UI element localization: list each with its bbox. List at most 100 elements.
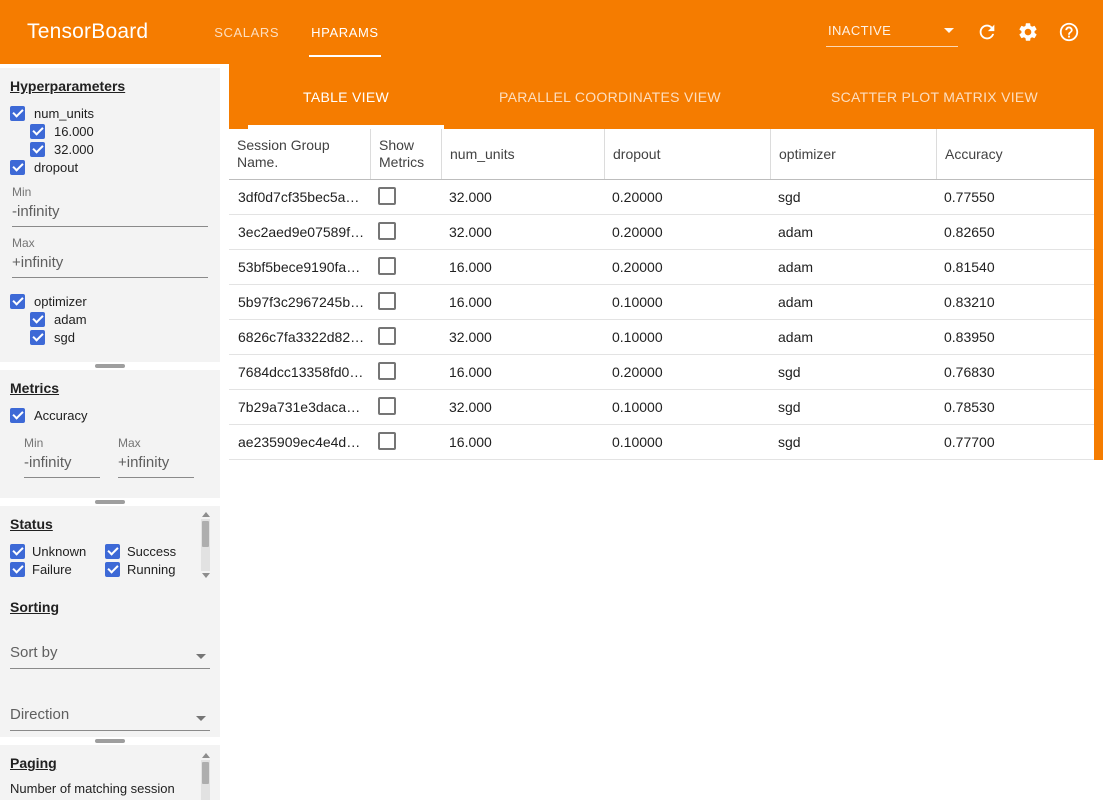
hparams-main: TABLE VIEW PARALLEL COORDINATES VIEW SCA… — [229, 64, 1103, 800]
panel-resize-handle[interactable] — [95, 739, 125, 743]
show-metrics-checkbox[interactable] — [378, 397, 396, 415]
tab-table-view[interactable]: TABLE VIEW — [248, 64, 444, 129]
tab-scatter-plot-matrix-view[interactable]: SCATTER PLOT MATRIX VIEW — [776, 64, 1093, 129]
session-group-row: 6826c7fa3322d82… 32.000 0.10000 adam 0.8… — [229, 320, 1103, 355]
dropout-min-label: Min — [12, 185, 210, 199]
col-header-dropout: dropout — [604, 129, 770, 179]
dropout-checkbox[interactable] — [10, 160, 25, 175]
show-metrics-checkbox[interactable] — [378, 362, 396, 380]
paging-heading: Paging — [10, 755, 210, 771]
scroll-up-arrow-icon[interactable] — [202, 753, 210, 758]
num-units-16-checkbox[interactable] — [30, 124, 45, 139]
num-units-32-checkbox[interactable] — [30, 142, 45, 157]
help-button[interactable] — [1057, 20, 1081, 44]
col-header-optimizer: optimizer — [770, 129, 936, 179]
panel-divider — [0, 362, 220, 370]
reload-interval-value: INACTIVE — [828, 23, 891, 38]
refresh-button[interactable] — [975, 20, 999, 44]
dropout-label: dropout — [34, 160, 78, 175]
dropout-max-field: Max +infinity — [10, 236, 210, 278]
scrollbar-track[interactable] — [201, 760, 210, 800]
accuracy-label: Accuracy — [34, 408, 87, 423]
paging-scrollbar[interactable] — [201, 753, 210, 800]
show-metrics-checkbox[interactable] — [378, 257, 396, 275]
optimizer-value-row: sgd — [30, 328, 210, 346]
nav-tab-scalars[interactable]: SCALARS — [198, 0, 295, 64]
metric-min-label: Min — [24, 436, 98, 450]
cell-optimizer: adam — [770, 294, 936, 310]
main-nav: SCALARS HPARAMS — [198, 0, 394, 64]
settings-button[interactable] — [1016, 20, 1040, 44]
cell-num-units: 32.000 — [441, 399, 604, 415]
status-scrollbar[interactable] — [201, 512, 210, 578]
show-metrics-checkbox[interactable] — [378, 327, 396, 345]
scroll-down-arrow-icon[interactable] — [202, 573, 210, 578]
show-metrics-checkbox[interactable] — [378, 292, 396, 310]
status-running-checkbox[interactable] — [105, 562, 120, 577]
dropout-min-field: Min -infinity — [10, 185, 210, 227]
scrollbar-thumb[interactable] — [202, 762, 209, 784]
cell-dropout: 0.10000 — [604, 399, 770, 415]
session-group-row: 7684dcc13358fd0… 16.000 0.20000 sgd 0.76… — [229, 355, 1103, 390]
direction-select[interactable]: Direction — [10, 701, 210, 731]
session-group-name: ae235909ec4e4d… — [229, 434, 370, 450]
panel-resize-handle[interactable] — [95, 500, 125, 504]
num-units-value-row: 16.000 — [30, 122, 210, 140]
reload-interval-select[interactable]: INACTIVE — [826, 17, 958, 47]
metric-min-field: Min -infinity — [22, 436, 98, 478]
session-group-name: 3ec2aed9e07589f… — [229, 224, 370, 240]
status-success-checkbox[interactable] — [105, 544, 120, 559]
scrollbar-track[interactable] — [201, 519, 210, 571]
cell-optimizer: sgd — [770, 189, 936, 205]
metric-max-field: Max +infinity — [116, 436, 192, 478]
table-vertical-scrollbar[interactable] — [1094, 129, 1103, 460]
session-group-row: ae235909ec4e4d… 16.000 0.10000 sgd 0.777… — [229, 425, 1103, 460]
col-header-show-metrics: Show Metrics — [370, 129, 441, 179]
nav-tab-hparams[interactable]: HPARAMS — [295, 0, 395, 64]
status-option-row: Failure — [10, 560, 105, 578]
hyperparameters-heading: Hyperparameters — [10, 78, 210, 94]
panel-resize-handle[interactable] — [95, 364, 125, 368]
num-units-16-label: 16.000 — [54, 124, 94, 139]
accuracy-checkbox[interactable] — [10, 408, 25, 423]
cell-optimizer: adam — [770, 329, 936, 345]
tab-parallel-coordinates-view[interactable]: PARALLEL COORDINATES VIEW — [444, 64, 776, 129]
metric-minmax-row: Min -infinity Max +infinity — [22, 436, 210, 478]
hparam-dropout-row: dropout — [10, 158, 210, 176]
sort-by-select[interactable]: Sort by — [10, 639, 210, 669]
sorting-heading: Sorting — [10, 599, 210, 615]
metrics-heading: Metrics — [10, 380, 210, 396]
cell-dropout: 0.20000 — [604, 189, 770, 205]
status-failure-checkbox[interactable] — [10, 562, 25, 577]
cell-num-units: 16.000 — [441, 294, 604, 310]
session-group-name: 6826c7fa3322d82… — [229, 329, 370, 345]
hparams-sidebar: Hyperparameters num_units 16.000 32.000 … — [0, 64, 220, 800]
status-option-row: Running — [105, 560, 195, 578]
metric-min-input[interactable]: -infinity — [24, 454, 100, 478]
optimizer-sgd-checkbox[interactable] — [30, 330, 45, 345]
show-metrics-checkbox[interactable] — [378, 187, 396, 205]
optimizer-adam-checkbox[interactable] — [30, 312, 45, 327]
optimizer-checkbox[interactable] — [10, 294, 25, 309]
view-tabs: TABLE VIEW PARALLEL COORDINATES VIEW SCA… — [229, 64, 1103, 129]
dropout-max-input[interactable]: +infinity — [12, 254, 208, 278]
status-unknown-checkbox[interactable] — [10, 544, 25, 559]
session-group-name: 3df0d7cf35bec5a… — [229, 189, 370, 205]
session-group-row: 7b29a731e3daca… 32.000 0.10000 sgd 0.785… — [229, 390, 1103, 425]
optimizer-sgd-label: sgd — [54, 330, 75, 345]
hparam-optimizer-row: optimizer — [10, 292, 210, 310]
metric-max-input[interactable]: +infinity — [118, 454, 194, 478]
session-group-row: 53bf5bece9190fa… 16.000 0.20000 adam 0.8… — [229, 250, 1103, 285]
dropout-min-input[interactable]: -infinity — [12, 203, 208, 227]
status-sorting-panel: Status Unknown Success Failure Running — [0, 506, 220, 737]
cell-dropout: 0.10000 — [604, 434, 770, 450]
app-title: TensorBoard — [27, 20, 148, 44]
settings-gear-icon — [1017, 21, 1039, 43]
col-header-session-group-name: Session Group Name. — [229, 129, 370, 179]
show-metrics-checkbox[interactable] — [378, 432, 396, 450]
scroll-up-arrow-icon[interactable] — [202, 512, 210, 517]
num-units-32-label: 32.000 — [54, 142, 94, 157]
show-metrics-checkbox[interactable] — [378, 222, 396, 240]
scrollbar-thumb[interactable] — [202, 521, 209, 547]
num-units-checkbox[interactable] — [10, 106, 25, 121]
